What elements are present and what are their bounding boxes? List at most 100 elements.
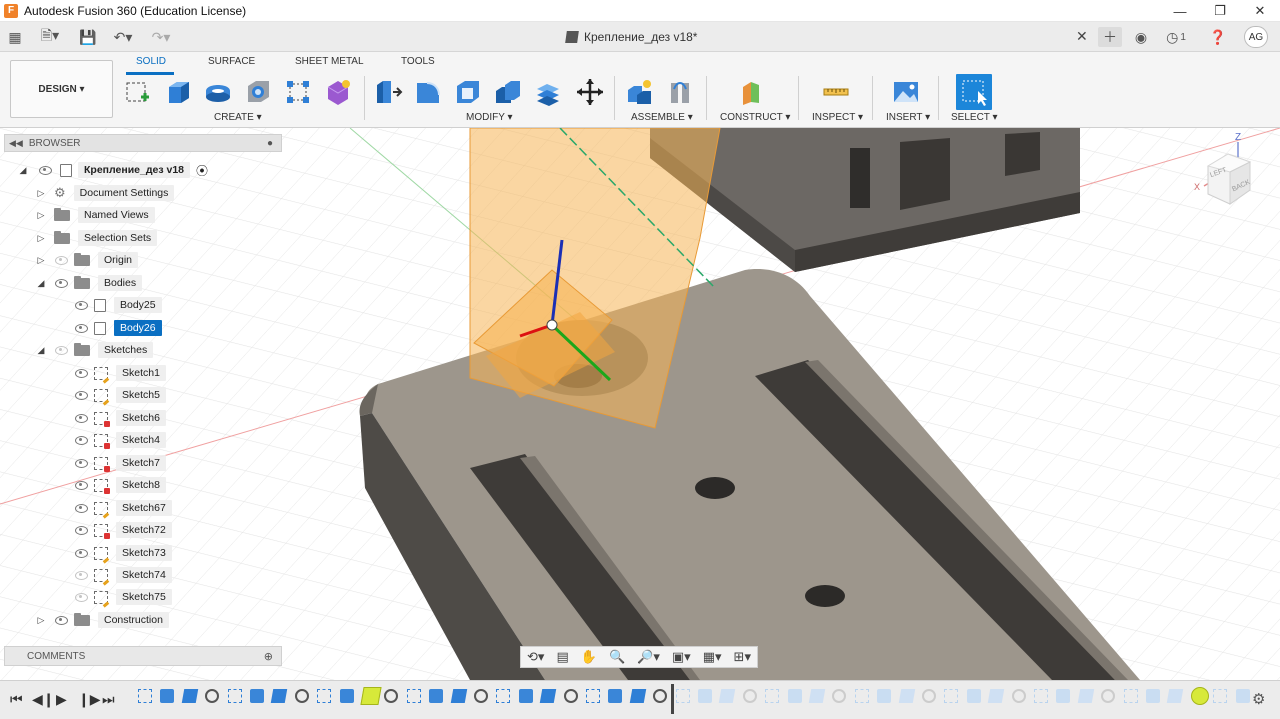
fillet-icon[interactable] (412, 76, 444, 108)
timeline-feature-icon[interactable] (227, 689, 242, 703)
timeline-go-start-icon[interactable]: ⏮ (10, 691, 23, 708)
timeline-feature-icon[interactable] (205, 689, 220, 703)
save-icon[interactable]: 💾 (78, 27, 98, 47)
browser-item-sketch74[interactable]: Sketch74 (74, 566, 172, 584)
file-menu-icon[interactable]: 🗎▾ (36, 27, 64, 47)
browser-item-construction[interactable]: ▷ Construction (36, 611, 169, 629)
timeline-feature-icon[interactable] (271, 689, 288, 703)
browser-item-document-settings[interactable]: ▷ ⚙ Document Settings (36, 184, 175, 202)
timeline-feature-icon[interactable] (832, 689, 847, 703)
timeline-marker[interactable] (671, 684, 674, 714)
browser-item-sketch4[interactable]: Sketch4 (74, 431, 166, 449)
timeline-feature-icon[interactable] (719, 689, 736, 703)
visibility-eye-icon[interactable] (54, 615, 68, 625)
timeline-feature-icon[interactable] (787, 689, 802, 703)
browser-item-body26[interactable]: Body26 (74, 319, 162, 337)
orbit-icon[interactable]: ⟲▾ (527, 649, 544, 665)
measure-icon[interactable] (820, 76, 852, 108)
browser-minimize-icon[interactable]: ● (267, 138, 273, 149)
visibility-eye-icon[interactable] (74, 435, 88, 445)
timeline-feature-icon[interactable] (450, 689, 467, 703)
browser-panel-header[interactable]: ◀◀ BROWSER ● (4, 134, 282, 152)
timeline-feature-icon[interactable] (1213, 689, 1228, 703)
grid-settings-icon[interactable]: ▦▾ (703, 649, 722, 665)
timeline-feature-icon[interactable] (1011, 689, 1026, 703)
redo-icon[interactable]: ↷▾ (146, 27, 176, 47)
timeline-feature-icon[interactable] (1101, 689, 1116, 703)
timeline-feature-icon[interactable] (250, 689, 264, 703)
pattern-icon[interactable] (282, 76, 314, 108)
zoom-icon[interactable]: 🔍 (609, 649, 625, 665)
create-sketch-icon[interactable] (122, 76, 154, 108)
timeline-feature-icon[interactable] (653, 689, 668, 703)
timeline-feature-icon[interactable] (563, 689, 578, 703)
visibility-eye-icon[interactable] (74, 503, 88, 513)
browser-item-selection-sets[interactable]: ▷ Selection Sets (36, 229, 158, 247)
create-form-icon[interactable] (322, 76, 354, 108)
visibility-eye-icon[interactable] (74, 368, 88, 378)
construct-menu[interactable]: CONSTRUCT ▾ (720, 112, 790, 123)
timeline-feature-icon[interactable] (877, 689, 892, 703)
new-tab-plus-icon[interactable]: ＋ (1098, 27, 1122, 47)
close-window-button[interactable]: ✕ (1240, 0, 1280, 22)
timeline-feature-icon[interactable] (854, 689, 869, 703)
timeline-play-icon[interactable]: ▶ (56, 691, 67, 708)
user-avatar[interactable]: AG (1244, 26, 1268, 48)
revolve-icon[interactable] (202, 76, 234, 108)
expand-toggle-icon[interactable]: ◢ (36, 278, 46, 288)
visibility-eye-icon[interactable] (74, 458, 88, 468)
browser-item-sketch6[interactable]: Sketch6 (74, 409, 166, 427)
visibility-eye-icon[interactable] (74, 570, 88, 580)
document-tab[interactable]: Крепление_дез v18* (565, 22, 697, 52)
minimize-button[interactable]: — (1160, 0, 1200, 22)
timeline-feature-icon[interactable] (496, 689, 511, 703)
visibility-eye-icon[interactable] (54, 255, 68, 265)
display-settings-icon[interactable]: ▣▾ (672, 649, 691, 665)
expand-toggle-icon[interactable]: ◢ (18, 165, 28, 175)
browser-item-sketch73[interactable]: Sketch73 (74, 544, 172, 562)
tab-surface[interactable]: SURFACE (208, 56, 255, 67)
browser-item-sketch75[interactable]: Sketch75 (74, 588, 172, 606)
new-component-icon[interactable] (624, 76, 656, 108)
hole-2[interactable] (805, 585, 845, 607)
shell-icon[interactable] (452, 76, 484, 108)
timeline-go-end-icon[interactable]: ⏭ (102, 691, 115, 708)
visibility-eye-icon[interactable] (74, 592, 88, 602)
timeline-feature-icon[interactable] (675, 689, 690, 703)
timeline-feature-icon[interactable] (922, 689, 936, 703)
restore-button[interactable]: ❐ (1200, 0, 1240, 22)
timeline-settings-gear-icon[interactable]: ⚙ (1252, 690, 1265, 708)
joint-icon[interactable] (664, 76, 696, 108)
press-pull-icon[interactable] (372, 76, 404, 108)
timeline-feature-icon[interactable] (1056, 689, 1071, 703)
workspace-switcher-button[interactable]: DESIGN ▾ (10, 60, 113, 118)
browser-item-sketch8[interactable]: Sketch8 (74, 476, 166, 494)
timeline-feature-icon[interactable] (1235, 689, 1250, 703)
offset-plane-icon[interactable] (736, 76, 768, 108)
timeline-feature-icon[interactable] (698, 689, 712, 703)
timeline-feature-icon[interactable] (608, 689, 623, 703)
visibility-eye-icon[interactable] (74, 323, 88, 333)
timeline-feature-icon[interactable] (1190, 687, 1209, 705)
browser-item-sketch7[interactable]: Sketch7 (74, 454, 166, 472)
viewports-icon[interactable]: ⊞▾ (734, 649, 751, 665)
timeline-feature-icon[interactable] (1034, 689, 1048, 703)
browser-root-row[interactable]: ◢ Крепление_дез v18 ⦿ (18, 161, 208, 179)
timeline-feature-icon[interactable] (966, 689, 981, 703)
timeline-feature-icon[interactable] (160, 689, 175, 703)
browser-item-bodies[interactable]: ◢ Bodies (36, 274, 143, 292)
extrude-icon[interactable] (162, 76, 194, 108)
timeline-feature-icon[interactable] (765, 689, 780, 703)
timeline-feature-icon[interactable] (406, 689, 421, 703)
insert-menu[interactable]: INSERT ▾ (886, 112, 930, 123)
job-status-icon[interactable]: ◷ 1 (1162, 27, 1190, 47)
timeline-feature-icon[interactable] (429, 689, 444, 703)
select-menu[interactable]: SELECT ▾ (951, 112, 998, 123)
visibility-eye-icon[interactable] (74, 413, 88, 423)
add-comment-icon[interactable]: ⊕ (264, 650, 273, 663)
expand-toggle-icon[interactable]: ▷ (36, 233, 46, 243)
timeline-feature-icon[interactable] (181, 689, 199, 703)
expand-toggle-icon[interactable]: ▷ (36, 615, 46, 625)
timeline-feature-icon[interactable] (518, 689, 533, 703)
visibility-eye-icon[interactable] (74, 548, 88, 558)
